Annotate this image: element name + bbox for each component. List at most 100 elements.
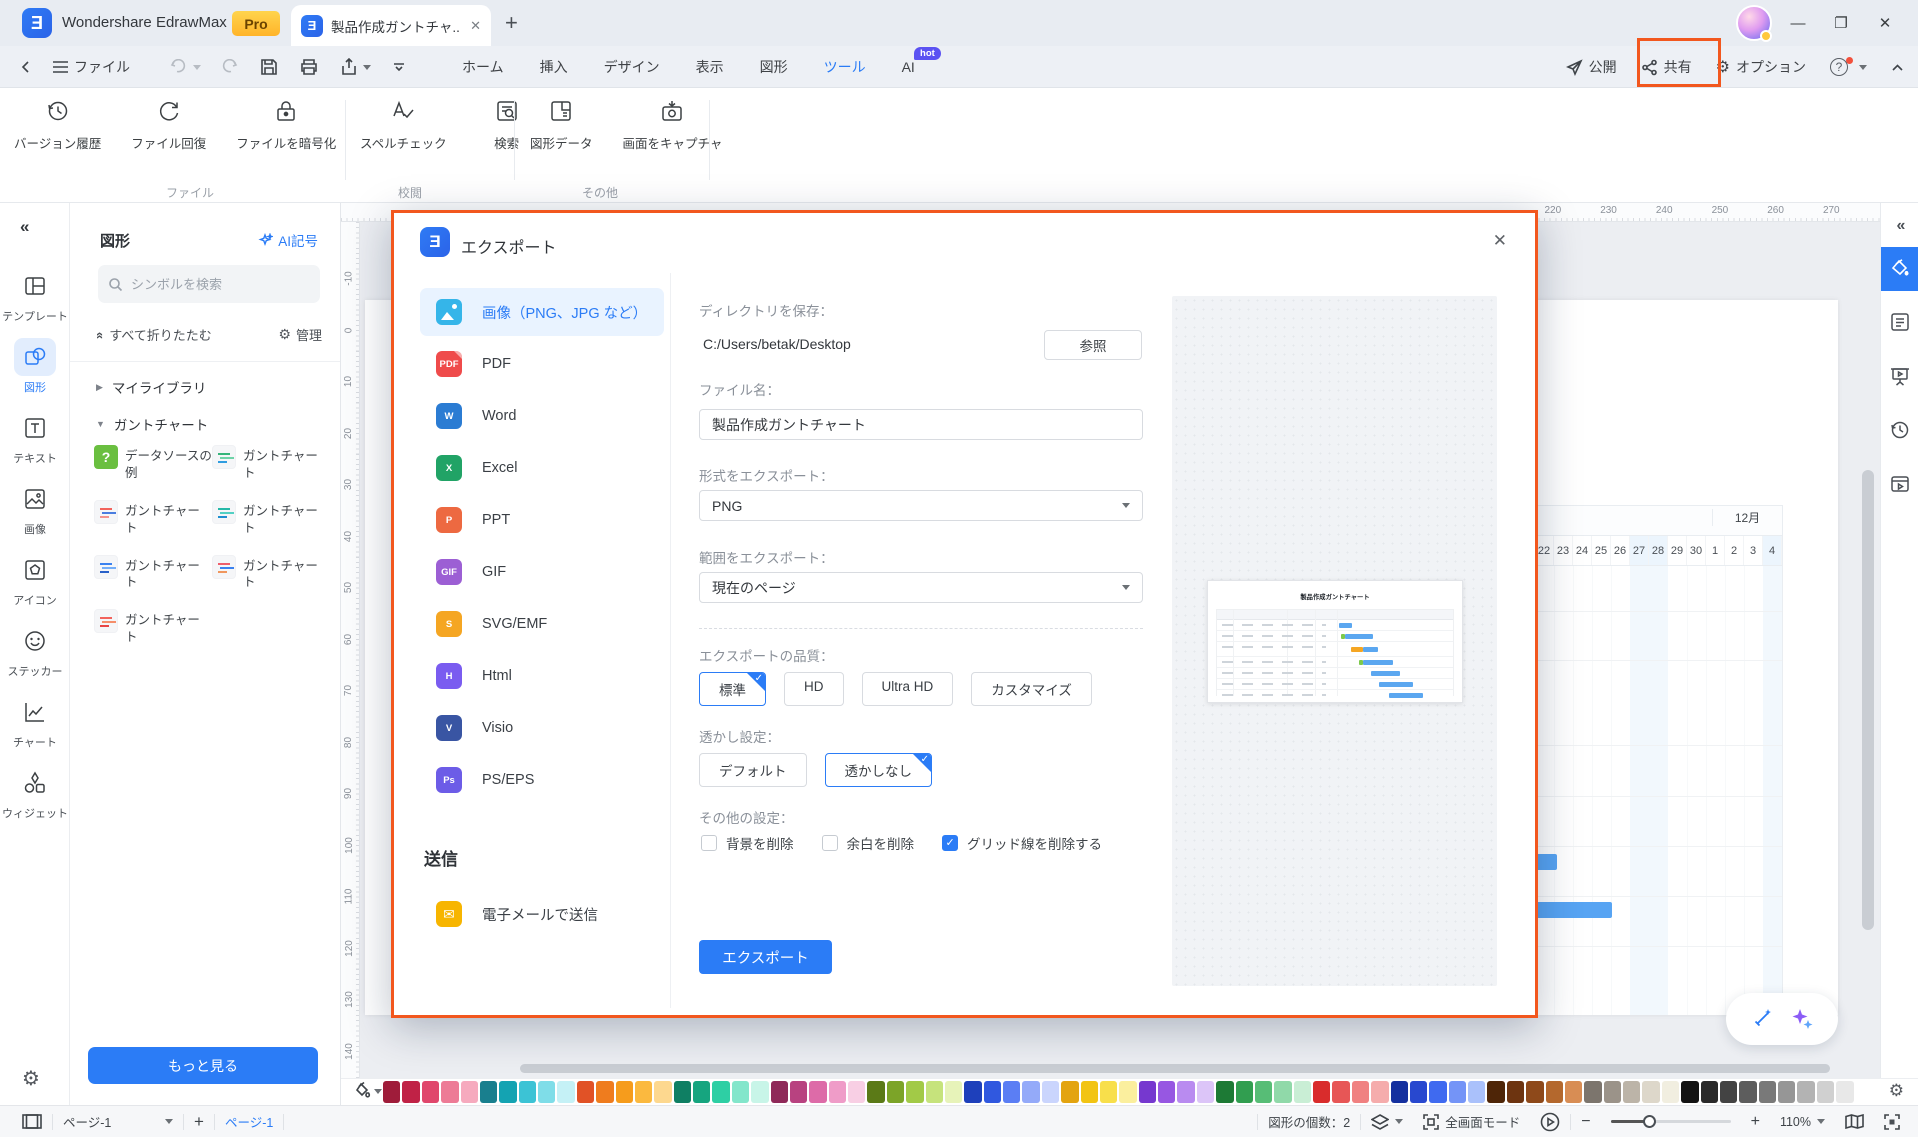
sidebar-item-charts[interactable]: チャート bbox=[3, 693, 67, 750]
zoom-slider-knob[interactable] bbox=[1643, 1115, 1656, 1128]
color-swatch[interactable] bbox=[1119, 1081, 1136, 1103]
version-history-button[interactable]: バージョン履歴 bbox=[14, 98, 101, 152]
sidebar-item-widgets[interactable]: ウィジェット bbox=[3, 764, 67, 821]
file-recovery-button[interactable]: ファイル回復 bbox=[131, 98, 206, 152]
format-option[interactable]: 画像（PNG、JPG など） bbox=[420, 288, 664, 336]
fill-color-tool[interactable] bbox=[353, 1081, 382, 1101]
color-swatch[interactable] bbox=[1836, 1081, 1853, 1103]
color-swatch[interactable] bbox=[1642, 1081, 1659, 1103]
color-swatch[interactable] bbox=[1487, 1081, 1504, 1103]
dialog-close-icon[interactable]: ✕ bbox=[1493, 231, 1507, 251]
sidebar-item-icons[interactable]: アイコン bbox=[3, 551, 67, 608]
color-swatch[interactable] bbox=[1332, 1081, 1349, 1103]
back-button[interactable] bbox=[18, 54, 34, 80]
section-my-library[interactable]: ▶ マイライブラリ bbox=[96, 377, 206, 397]
layers-button[interactable] bbox=[1371, 1114, 1403, 1130]
shape-library-item[interactable]: ガントチャート bbox=[212, 555, 330, 592]
color-swatch[interactable] bbox=[693, 1081, 710, 1103]
color-swatch[interactable] bbox=[1681, 1081, 1698, 1103]
sidebar-item-images[interactable]: 画像 bbox=[3, 480, 67, 537]
color-swatch[interactable] bbox=[867, 1081, 884, 1103]
quality-option[interactable]: 標準 bbox=[699, 672, 766, 706]
format-option[interactable]: PDF PDF bbox=[420, 340, 664, 388]
gantt-bar[interactable] bbox=[1535, 854, 1557, 870]
color-swatch[interactable] bbox=[1139, 1081, 1156, 1103]
menu-item[interactable]: 図形 bbox=[760, 57, 788, 77]
encrypt-file-button[interactable]: ファイルを暗号化 bbox=[236, 98, 336, 152]
fit-to-screen-button[interactable] bbox=[1884, 1114, 1900, 1130]
format-option[interactable]: H Html bbox=[420, 652, 664, 700]
ai-sparkle-button[interactable] bbox=[1789, 1006, 1815, 1032]
play-presentation-button[interactable] bbox=[1540, 1112, 1560, 1132]
color-swatch[interactable] bbox=[480, 1081, 497, 1103]
color-swatch[interactable] bbox=[1662, 1081, 1679, 1103]
color-swatch[interactable] bbox=[1410, 1081, 1427, 1103]
color-swatch[interactable] bbox=[1546, 1081, 1563, 1103]
color-swatch[interactable] bbox=[1294, 1081, 1311, 1103]
color-swatch[interactable] bbox=[1701, 1081, 1718, 1103]
options-button[interactable]: ⚙ オプション bbox=[1716, 57, 1806, 77]
color-swatch[interactable] bbox=[1255, 1081, 1272, 1103]
zoom-level[interactable]: 110% bbox=[1780, 1115, 1825, 1129]
color-swatch[interactable] bbox=[1274, 1081, 1291, 1103]
document-tab[interactable]: Ǝ 製品作成ガントチャ... ✕ bbox=[291, 5, 491, 46]
export-confirm-button[interactable]: エクスポート bbox=[699, 940, 832, 974]
manage-libraries-button[interactable]: ⚙管理 bbox=[278, 325, 322, 344]
tab-close-icon[interactable]: ✕ bbox=[470, 18, 481, 34]
color-swatch[interactable] bbox=[1177, 1081, 1194, 1103]
sidebar-item-templates[interactable]: テンプレート bbox=[3, 267, 67, 324]
color-swatch[interactable] bbox=[422, 1081, 439, 1103]
color-swatch[interactable] bbox=[402, 1081, 419, 1103]
color-swatch[interactable] bbox=[887, 1081, 904, 1103]
shape-data-button[interactable]: 図形データ bbox=[530, 98, 593, 152]
color-swatch[interactable] bbox=[1584, 1081, 1601, 1103]
color-swatch[interactable] bbox=[538, 1081, 555, 1103]
menu-item[interactable]: AIhot bbox=[902, 59, 915, 75]
shape-library-item[interactable]: ガントチャート bbox=[94, 500, 212, 537]
share-button[interactable]: 共有 bbox=[1641, 57, 1692, 77]
color-swatch[interactable] bbox=[461, 1081, 478, 1103]
color-swatch[interactable] bbox=[1100, 1081, 1117, 1103]
maximize-button[interactable]: ❐ bbox=[1828, 10, 1854, 36]
color-swatch[interactable] bbox=[635, 1081, 652, 1103]
color-swatch[interactable] bbox=[1197, 1081, 1214, 1103]
map-overview-button[interactable] bbox=[1845, 1114, 1864, 1129]
color-swatch[interactable] bbox=[732, 1081, 749, 1103]
undo-button[interactable] bbox=[170, 54, 201, 80]
format-option[interactable]: V Visio bbox=[420, 704, 664, 752]
color-swatch[interactable] bbox=[654, 1081, 671, 1103]
format-option[interactable]: Ps PS/EPS bbox=[420, 756, 664, 804]
color-swatch[interactable] bbox=[557, 1081, 574, 1103]
zoom-slider[interactable] bbox=[1611, 1120, 1731, 1123]
checkbox-option[interactable]: 余白を削除 bbox=[822, 833, 915, 853]
page-tab[interactable]: ページ-1 bbox=[225, 1112, 273, 1131]
filename-input[interactable] bbox=[699, 409, 1143, 440]
color-swatch[interactable] bbox=[1720, 1081, 1737, 1103]
color-swatch[interactable] bbox=[712, 1081, 729, 1103]
vertical-scrollbar[interactable] bbox=[1862, 470, 1874, 930]
color-swatch[interactable] bbox=[596, 1081, 613, 1103]
color-swatch[interactable] bbox=[964, 1081, 981, 1103]
color-swatch[interactable] bbox=[1739, 1081, 1756, 1103]
shape-library-item[interactable]: データソースの例 bbox=[94, 445, 212, 482]
presentation-tool[interactable] bbox=[1881, 365, 1918, 387]
spellcheck-button[interactable]: スペルチェック bbox=[360, 98, 447, 152]
color-swatch[interactable] bbox=[1565, 1081, 1582, 1103]
settings-gear-icon[interactable]: ⚙ bbox=[22, 1066, 40, 1091]
shape-library-item[interactable]: ガントチャート bbox=[212, 445, 330, 482]
save-button[interactable] bbox=[260, 54, 278, 80]
color-swatch[interactable] bbox=[577, 1081, 594, 1103]
horizontal-scrollbar[interactable] bbox=[520, 1064, 1830, 1073]
menu-item[interactable]: デザイン bbox=[604, 57, 660, 77]
checkbox[interactable] bbox=[822, 835, 838, 851]
video-tool[interactable] bbox=[1881, 473, 1918, 495]
send-email-option[interactable]: ✉ 電子メールで送信 bbox=[436, 901, 598, 927]
color-swatch[interactable] bbox=[1526, 1081, 1543, 1103]
collapse-ribbon-button[interactable] bbox=[1891, 63, 1904, 72]
color-swatch[interactable] bbox=[1449, 1081, 1466, 1103]
browse-button[interactable]: 参照 bbox=[1044, 330, 1142, 360]
zoom-in-button[interactable]: + bbox=[1751, 1113, 1760, 1131]
publish-button[interactable]: 公開 bbox=[1566, 57, 1617, 77]
add-page-button[interactable]: + bbox=[194, 1112, 204, 1132]
color-swatch[interactable] bbox=[984, 1081, 1001, 1103]
